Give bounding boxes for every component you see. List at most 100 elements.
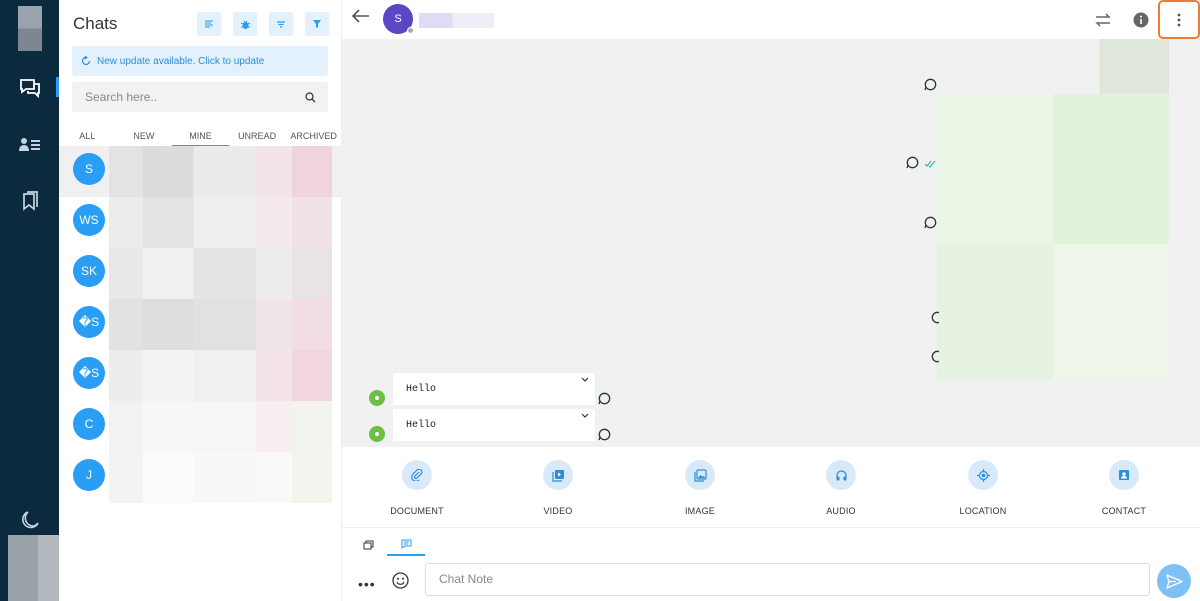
tab-unread[interactable]: UNREAD [229,128,286,146]
message-text: Hello [406,420,437,431]
bookmarks-icon [22,191,38,211]
tab-archived[interactable]: ARCHIVED [285,128,342,146]
chat-list-item[interactable]: WS [59,197,342,248]
contact-avatar: S [73,153,105,185]
transfer-button[interactable] [1092,9,1114,31]
whatsapp-icon [598,392,611,405]
moon-icon [21,511,39,529]
sender-status-dot [369,426,385,442]
chats-icon [19,79,40,98]
search-box[interactable]: Search here.. [72,82,328,112]
tab-chat-note[interactable] [387,534,425,556]
video-icon [551,469,564,482]
double-check-icon [924,160,936,168]
search-input[interactable]: Search here.. [85,90,157,104]
chat-list-item[interactable]: �S [59,350,342,401]
contact-avatar: SK [73,255,105,287]
send-button[interactable] [1157,564,1191,598]
paperclip-icon [411,469,423,481]
filter-button[interactable] [305,12,329,36]
attach-document-label: DOCUMENT [390,506,444,516]
chat-list: S WS SK �S �S C J [59,146,342,503]
whatsapp-icon [598,428,611,441]
redacted-preview [109,452,332,503]
chevron-down-icon[interactable] [581,413,589,419]
info-button[interactable] [1130,9,1152,31]
search-icon[interactable] [305,91,316,103]
conversation-avatar[interactable]: S [383,4,414,34]
attach-contact-label: CONTACT [1101,506,1147,516]
emoji-button[interactable] [392,572,409,594]
note-icon [401,539,411,549]
info-icon [1133,12,1149,28]
tab-reply[interactable] [349,534,387,556]
redacted-preview [109,350,332,401]
workspace-logo[interactable] [18,6,42,51]
chat-note-input[interactable] [425,563,1150,596]
list-view-button[interactable] [197,12,221,36]
chat-list-item[interactable]: �S [59,299,342,350]
conversation-panel: S Hello Hello DOCUMENT VIDEO IMAGE AUDIO… [342,0,1200,601]
incoming-message[interactable]: Hello [393,409,595,441]
redacted-outgoing-messages [937,39,1169,380]
attach-audio-label: AUDIO [826,506,856,516]
whatsapp-icon [931,350,939,363]
theme-toggle[interactable] [0,505,59,535]
left-rail [0,0,68,601]
nav-chats[interactable] [0,73,59,103]
chat-list-item[interactable]: J [59,452,342,503]
incoming-message[interactable]: Hello [393,373,595,405]
redacted-preview [109,401,332,452]
attach-audio-button[interactable]: AUDIO [801,460,881,516]
chat-list-item[interactable]: C [59,401,342,452]
tab-all[interactable]: ALL [59,128,116,146]
bug-icon [240,20,250,29]
more-options-button[interactable] [1158,0,1200,39]
tab-mine[interactable]: MINE [172,128,229,146]
send-icon [1165,573,1183,589]
back-button[interactable] [351,9,370,28]
chat-filter-tabs: ALL NEW MINE UNREAD ARCHIVED [59,128,342,146]
attach-image-button[interactable]: IMAGE [660,460,740,516]
chat-list-toolbar [197,12,329,36]
attach-image-label: IMAGE [684,506,715,516]
bug-report-button[interactable] [233,12,257,36]
headphones-icon [835,469,847,480]
chat-list-panel: Chats New update available. Click to upd… [59,0,342,601]
redacted-preview [109,299,332,350]
swap-arrows-icon [1095,13,1111,27]
arrow-left-icon [351,9,369,23]
attach-contact-button[interactable]: CONTACT [1084,460,1164,516]
tab-new[interactable]: NEW [116,128,173,146]
attach-video-button[interactable]: VIDEO [518,460,598,516]
app-root: Chats New update available. Click to upd… [0,0,1200,601]
message-text: Hello [406,384,437,395]
attach-document-button[interactable]: DOCUMENT [377,460,457,516]
whatsapp-icon [924,78,937,91]
list-icon [205,20,213,28]
more-vertical-icon [1177,13,1181,26]
chat-list-item[interactable]: S [59,146,342,197]
contact-avatar: J [73,459,105,491]
sort-icon [277,21,285,28]
image-icon [693,468,707,482]
conversation-avatar-initial: S [394,13,402,25]
nav-bookmarks[interactable] [0,186,59,216]
update-banner[interactable]: New update available. Click to update [72,46,328,76]
refresh-icon [81,56,91,66]
conversation-header: S [342,0,1200,39]
more-actions-button[interactable]: ••• [358,576,376,592]
contact-avatar: �S [73,306,105,338]
location-icon [976,468,990,482]
chat-list-item[interactable]: SK [59,248,342,299]
redacted-preview [109,248,332,299]
update-banner-text: New update available. Click to update [97,55,265,67]
nav-contacts[interactable] [0,130,59,160]
contact-card-icon [1119,470,1129,480]
contact-avatar: WS [73,204,105,236]
redacted-preview [109,146,332,197]
chevron-down-icon[interactable] [581,377,589,383]
sort-button[interactable] [269,12,293,36]
attach-video-label: VIDEO [543,506,573,516]
attach-location-button[interactable]: LOCATION [943,460,1023,516]
